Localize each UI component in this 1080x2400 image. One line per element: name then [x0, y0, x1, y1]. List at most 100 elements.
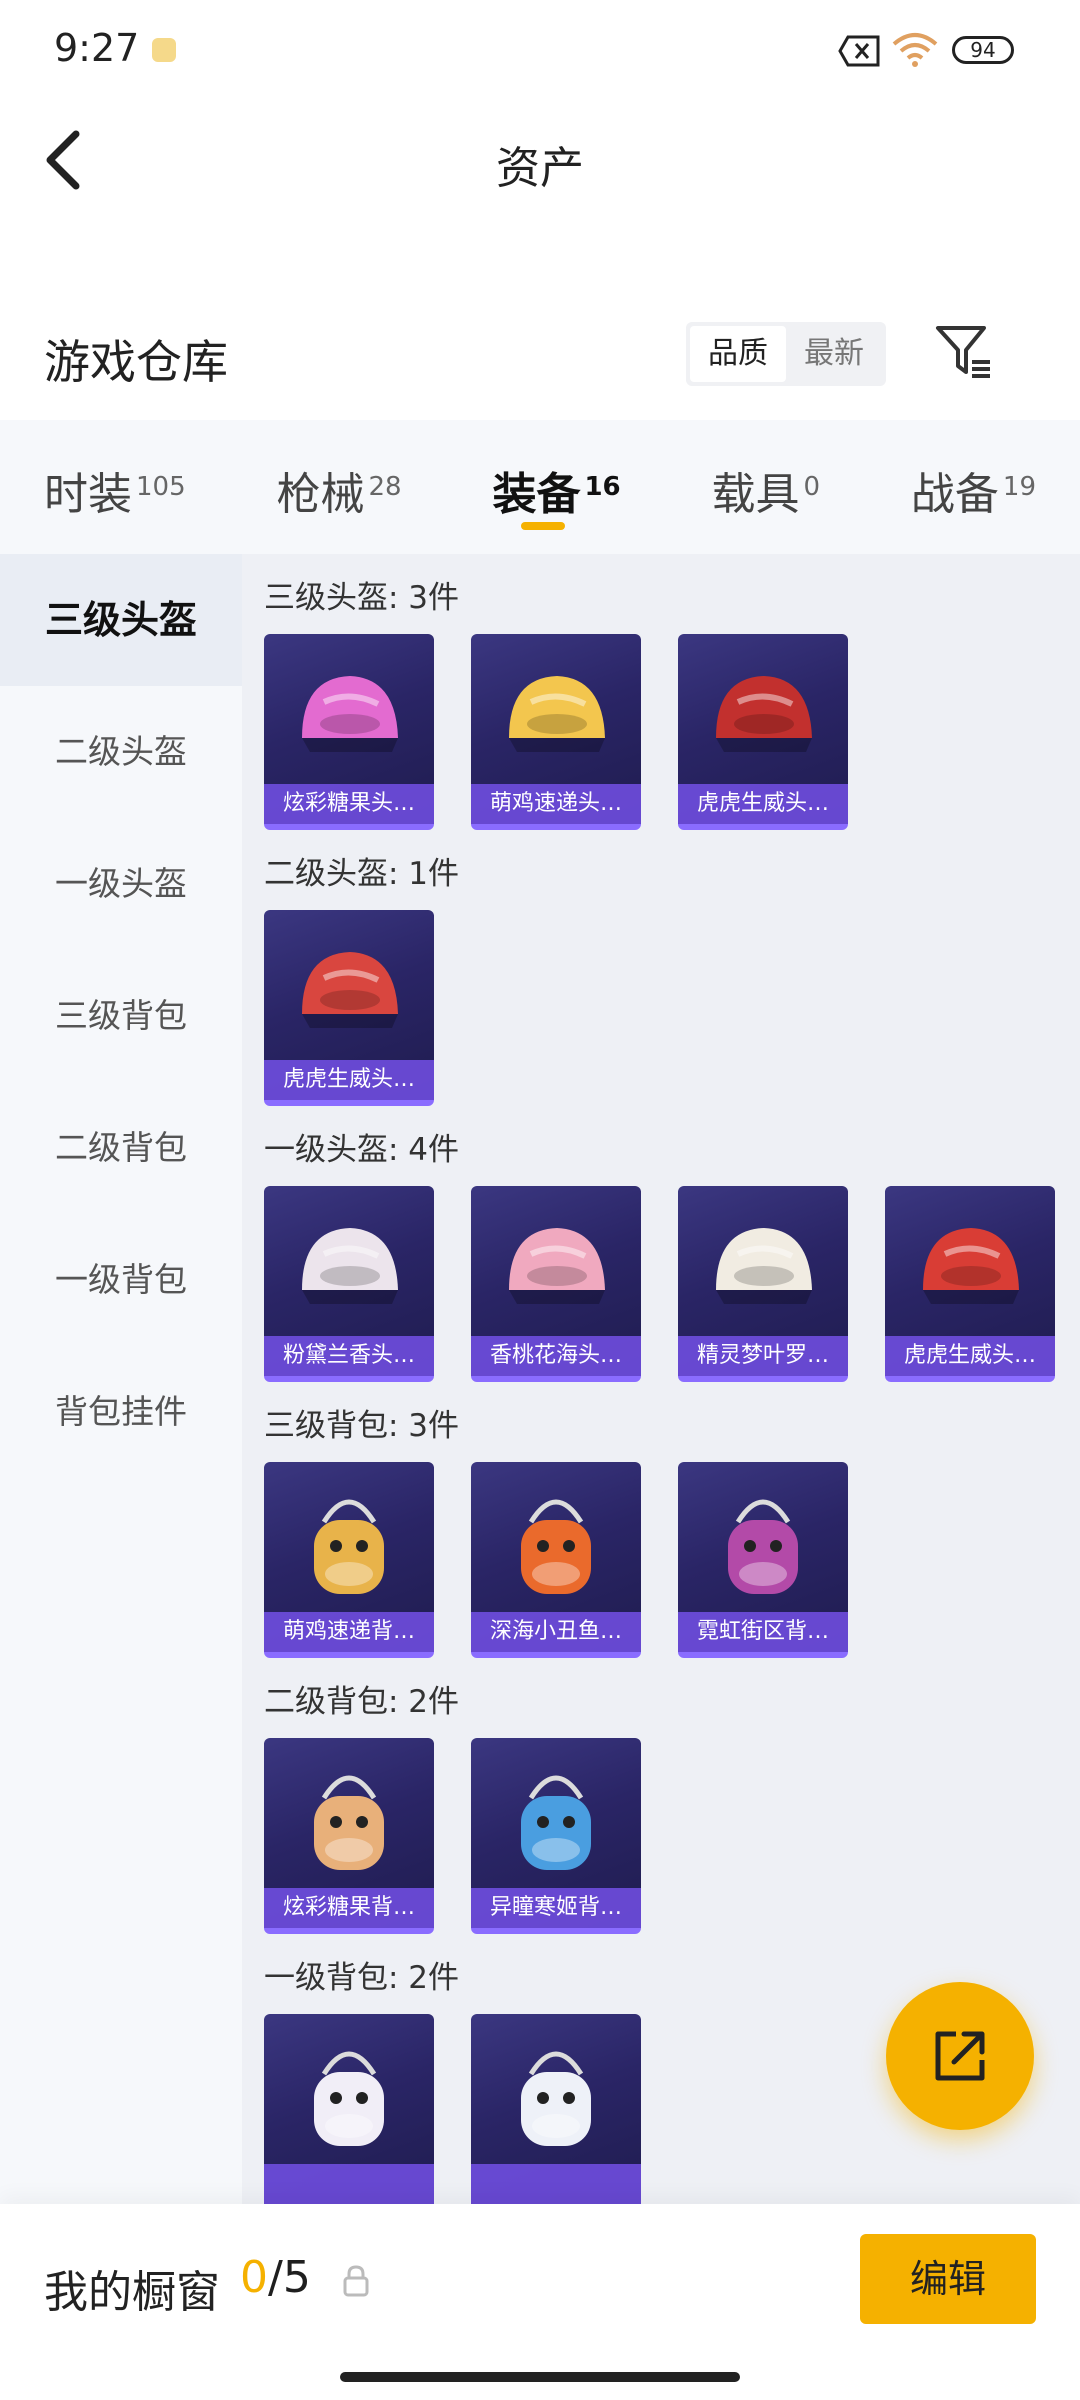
edit-button[interactable]: 编辑: [860, 2234, 1036, 2324]
app-root: 9:27 94 资产 游戏仓库 品质 最新 时装 105 枪械 28 装备 16…: [0, 0, 1080, 2400]
tab-count: 28: [368, 472, 402, 502]
tab-count: 16: [584, 472, 621, 502]
item-grid: 萌鸡速递背… 深海小丑鱼… 霓虹街区背…: [264, 1462, 1080, 1658]
notification-icon: [152, 38, 176, 62]
subcategory-sidebar: 三级头盔 二级头盔 一级头盔 三级背包 二级背包 一级背包 背包挂件: [0, 554, 242, 2204]
item-card[interactable]: [471, 2014, 641, 2204]
bunny-backpack-icon: [521, 2051, 591, 2146]
item-name: 粉黛兰香头…: [264, 1336, 434, 1376]
group-title: 一级头盔: 4件: [264, 1132, 460, 1168]
item-group: 二级背包: 2件 炫彩糖果背… 异瞳寒姬背…: [242, 1680, 1080, 1934]
item-name: 精灵梦叶罗…: [678, 1336, 848, 1376]
tab-count: 0: [803, 472, 821, 502]
peach-helmet-icon: [509, 1228, 605, 1304]
item-card[interactable]: 虎虎生威头…: [264, 910, 434, 1106]
filter-icon[interactable]: [934, 322, 994, 382]
warehouse-title: 游戏仓库: [44, 335, 228, 389]
tab-gear[interactable]: 战备 19: [911, 420, 1036, 554]
sidebar-item-level2-backpack[interactable]: 二级背包: [0, 1082, 242, 1214]
item-name: 香桃花海头…: [471, 1336, 641, 1376]
item-card[interactable]: 霓虹街区背…: [678, 1462, 848, 1658]
showcase-count-current: 0: [240, 2252, 268, 2303]
share-icon: [935, 2031, 985, 2081]
showcase-count: 0/5: [240, 2252, 311, 2303]
wifi-icon: [892, 33, 938, 67]
item-grid: 炫彩糖果背… 异瞳寒姬背…: [264, 1738, 1080, 1934]
item-card[interactable]: 炫彩糖果头…: [264, 634, 434, 830]
sort-quality-option[interactable]: 品质: [690, 326, 786, 382]
item-grid: 炫彩糖果头… 萌鸡速递头… 虎虎生威头…: [264, 634, 1080, 830]
status-time: 9:27: [54, 26, 140, 70]
tab-count: 19: [1002, 472, 1036, 502]
home-indicator: [340, 2372, 740, 2382]
active-tab-indicator: [520, 522, 565, 530]
group-title: 二级头盔: 1件: [264, 856, 460, 892]
clownfish-backpack-icon: [521, 1499, 591, 1594]
item-name: 炫彩糖果头…: [264, 784, 434, 824]
item-group: 三级头盔: 3件 炫彩糖果头… 萌鸡速递头… 虎虎生威头…: [242, 576, 1080, 830]
sidebar-item-level1-helmet[interactable]: 一级头盔: [0, 818, 242, 950]
item-card[interactable]: [264, 2014, 434, 2204]
sort-newest-option[interactable]: 最新: [786, 326, 882, 382]
bunny-backpack-icon: [314, 2051, 384, 2146]
share-button[interactable]: [886, 1982, 1034, 2130]
item-card[interactable]: 香桃花海头…: [471, 1186, 641, 1382]
tiger-helmet-icon: [302, 952, 398, 1028]
item-card[interactable]: 精灵梦叶罗…: [678, 1186, 848, 1382]
sort-toggle: 品质 最新: [686, 322, 886, 386]
elf-helmet-icon: [716, 1228, 812, 1304]
item-name: 虎虎生威头…: [264, 1060, 434, 1100]
item-card[interactable]: 萌鸡速递头…: [471, 634, 641, 830]
item-name: 炫彩糖果背…: [264, 1888, 434, 1928]
header: 资产: [0, 110, 1080, 210]
tiger-helmet-icon: [716, 676, 812, 752]
item-card[interactable]: 深海小丑鱼…: [471, 1462, 641, 1658]
item-name: [471, 2164, 641, 2204]
item-name: 异瞳寒姬背…: [471, 1888, 641, 1928]
item-name: [264, 2164, 434, 2204]
tab-label: 载具: [711, 469, 800, 520]
item-name: 虎虎生威头…: [885, 1336, 1055, 1376]
item-group: 二级头盔: 1件虎虎生威头…: [242, 852, 1080, 1106]
chick-helmet-icon: [509, 676, 605, 752]
sim-error-icon: [838, 35, 880, 67]
item-card[interactable]: 炫彩糖果背…: [264, 1738, 434, 1934]
tab-equipment[interactable]: 装备 16: [492, 420, 621, 554]
battery-indicator: 94: [952, 36, 1014, 64]
item-name: 萌鸡速递背…: [264, 1612, 434, 1652]
tab-guns[interactable]: 枪械 28: [277, 420, 402, 554]
tab-fashion[interactable]: 时装 105: [44, 420, 186, 554]
status-bar: 9:27 94: [0, 0, 1080, 100]
item-name: 虎虎生威头…: [678, 784, 848, 824]
item-card[interactable]: 粉黛兰香头…: [264, 1186, 434, 1382]
tab-label: 时装: [44, 469, 132, 520]
neon-backpack-icon: [728, 1499, 798, 1594]
sidebar-item-level1-backpack[interactable]: 一级背包: [0, 1214, 242, 1346]
showcase-label: 我的橱窗: [44, 2267, 220, 2318]
ice-backpack-icon: [521, 1775, 591, 1870]
sidebar-item-level3-backpack[interactable]: 三级背包: [0, 950, 242, 1082]
item-list: 三级头盔: 3件 炫彩糖果头… 萌鸡速递头… 虎虎生威头… 二级头盔: 1件 虎虎生威头……: [242, 554, 1080, 2204]
category-tabs: 时装 105 枪械 28 装备 16 载具 0 战备 19: [0, 420, 1080, 554]
item-card[interactable]: 虎虎生威头…: [678, 634, 848, 830]
candy-backpack-icon: [314, 1775, 384, 1870]
tab-label: 战备: [910, 469, 999, 520]
item-grid: 虎虎生威头…: [264, 910, 1080, 1106]
group-title: 三级背包: 3件: [264, 1408, 460, 1444]
showcase-bar: 我的橱窗 0/5 编辑: [0, 2204, 1080, 2400]
sidebar-item-level3-helmet[interactable]: 三级头盔: [0, 554, 242, 686]
sidebar-item-backpack-charm[interactable]: 背包挂件: [0, 1346, 242, 1478]
tab-label: 枪械: [276, 469, 365, 520]
item-name: 深海小丑鱼…: [471, 1612, 641, 1652]
candy-helmet-icon: [302, 676, 398, 752]
item-card[interactable]: 虎虎生威头…: [885, 1186, 1055, 1382]
item-name: 霓虹街区背…: [678, 1612, 848, 1652]
sidebar-item-level2-helmet[interactable]: 二级头盔: [0, 686, 242, 818]
lock-icon: [343, 2265, 369, 2297]
page-title: 资产: [496, 143, 584, 194]
tab-count: 105: [136, 472, 186, 502]
item-card[interactable]: 萌鸡速递背…: [264, 1462, 434, 1658]
tab-vehicles[interactable]: 载具 0: [712, 420, 821, 554]
item-card[interactable]: 异瞳寒姬背…: [471, 1738, 641, 1934]
item-grid: 粉黛兰香头… 香桃花海头… 精灵梦叶罗… 虎虎生威头…: [264, 1186, 1080, 1382]
